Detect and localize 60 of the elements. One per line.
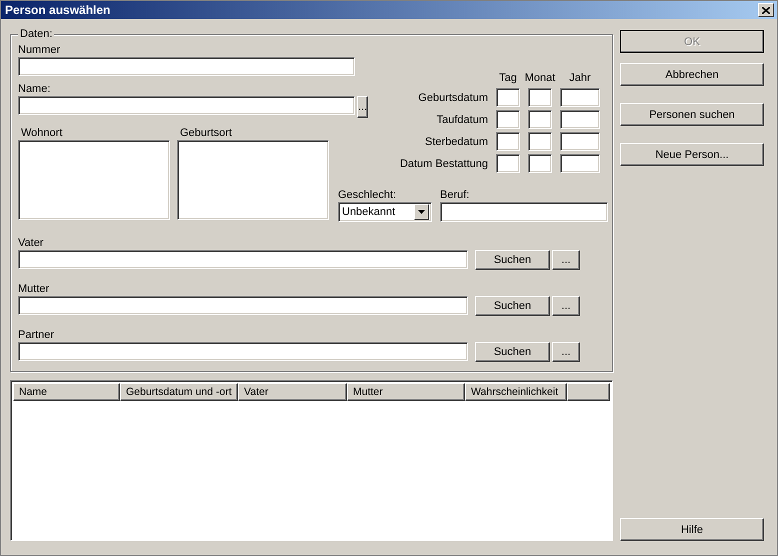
column-header bbox=[567, 383, 610, 401]
search-button[interactable]: Suchen bbox=[475, 296, 550, 316]
input-field[interactable] bbox=[496, 132, 520, 151]
search-button[interactable]: Suchen bbox=[475, 342, 550, 362]
column-header[interactable]: Geburtsdatum und -ort bbox=[120, 383, 238, 401]
field-label: Geburtsort bbox=[179, 126, 233, 140]
search-button[interactable]: Suchen bbox=[475, 250, 550, 270]
column-label: Jahr bbox=[569, 71, 591, 85]
dropdown[interactable]: Unbekannt bbox=[338, 202, 432, 222]
close-button[interactable] bbox=[758, 3, 774, 17]
field-label: Vater bbox=[18, 236, 44, 250]
column-label: Monat bbox=[524, 71, 556, 85]
dialog-button[interactable]: Neue Person... bbox=[620, 143, 764, 166]
field-label: Beruf: bbox=[440, 188, 470, 202]
field-label: Geburtsdatum bbox=[417, 92, 488, 104]
input-field[interactable] bbox=[528, 88, 552, 107]
browse-button[interactable]: ... bbox=[552, 250, 580, 270]
help-button[interactable]: Hilfe bbox=[620, 518, 764, 541]
window-title: Person auswählen bbox=[5, 3, 110, 17]
input-field[interactable] bbox=[440, 202, 608, 222]
close-icon bbox=[762, 6, 770, 14]
input-field[interactable] bbox=[18, 296, 468, 315]
input-field[interactable] bbox=[18, 342, 468, 361]
dropdown-value: Unbekannt bbox=[342, 205, 396, 219]
field-label: Mutter bbox=[18, 282, 50, 296]
caret-icon bbox=[418, 210, 425, 214]
field-label: Taufdatum bbox=[436, 114, 488, 126]
input-field[interactable] bbox=[560, 154, 600, 173]
input-field[interactable] bbox=[560, 132, 600, 151]
dropdown-button[interactable] bbox=[414, 204, 429, 220]
field-label: Name: bbox=[18, 82, 52, 96]
dialog-button[interactable]: Abbrechen bbox=[620, 63, 764, 86]
field-label: Sterbedatum bbox=[424, 136, 488, 148]
browse-button[interactable]: ... bbox=[552, 342, 580, 362]
list-box[interactable] bbox=[18, 140, 170, 220]
column-header[interactable]: Name bbox=[13, 383, 120, 401]
field-label: Datum Bestattung bbox=[400, 158, 488, 170]
browse-button[interactable]: ... bbox=[552, 296, 580, 316]
input-field[interactable] bbox=[528, 154, 552, 173]
input-field[interactable] bbox=[18, 96, 355, 115]
list-box[interactable] bbox=[177, 140, 329, 220]
field-label: Partner bbox=[18, 328, 56, 342]
field-label: Geschlecht: bbox=[338, 188, 398, 202]
column-header[interactable]: Mutter bbox=[347, 383, 465, 401]
dialog-button[interactable]: Personen suchen bbox=[620, 103, 764, 126]
browse-button[interactable]: ... bbox=[357, 96, 368, 118]
input-field[interactable] bbox=[18, 57, 355, 76]
column-label: Tag bbox=[499, 71, 517, 85]
input-field[interactable] bbox=[560, 110, 600, 129]
input-field[interactable] bbox=[528, 110, 552, 129]
input-field[interactable] bbox=[18, 250, 468, 269]
input-field[interactable] bbox=[496, 88, 520, 107]
input-field[interactable] bbox=[528, 132, 552, 151]
input-field[interactable] bbox=[496, 154, 520, 173]
column-header[interactable]: Vater bbox=[238, 383, 347, 401]
column-header[interactable]: Wahrscheinlichkeit bbox=[465, 383, 567, 401]
field-label: Nummer bbox=[18, 43, 62, 57]
input-field[interactable] bbox=[560, 88, 600, 107]
field-label: Wohnort bbox=[20, 126, 64, 140]
input-field[interactable] bbox=[496, 110, 520, 129]
